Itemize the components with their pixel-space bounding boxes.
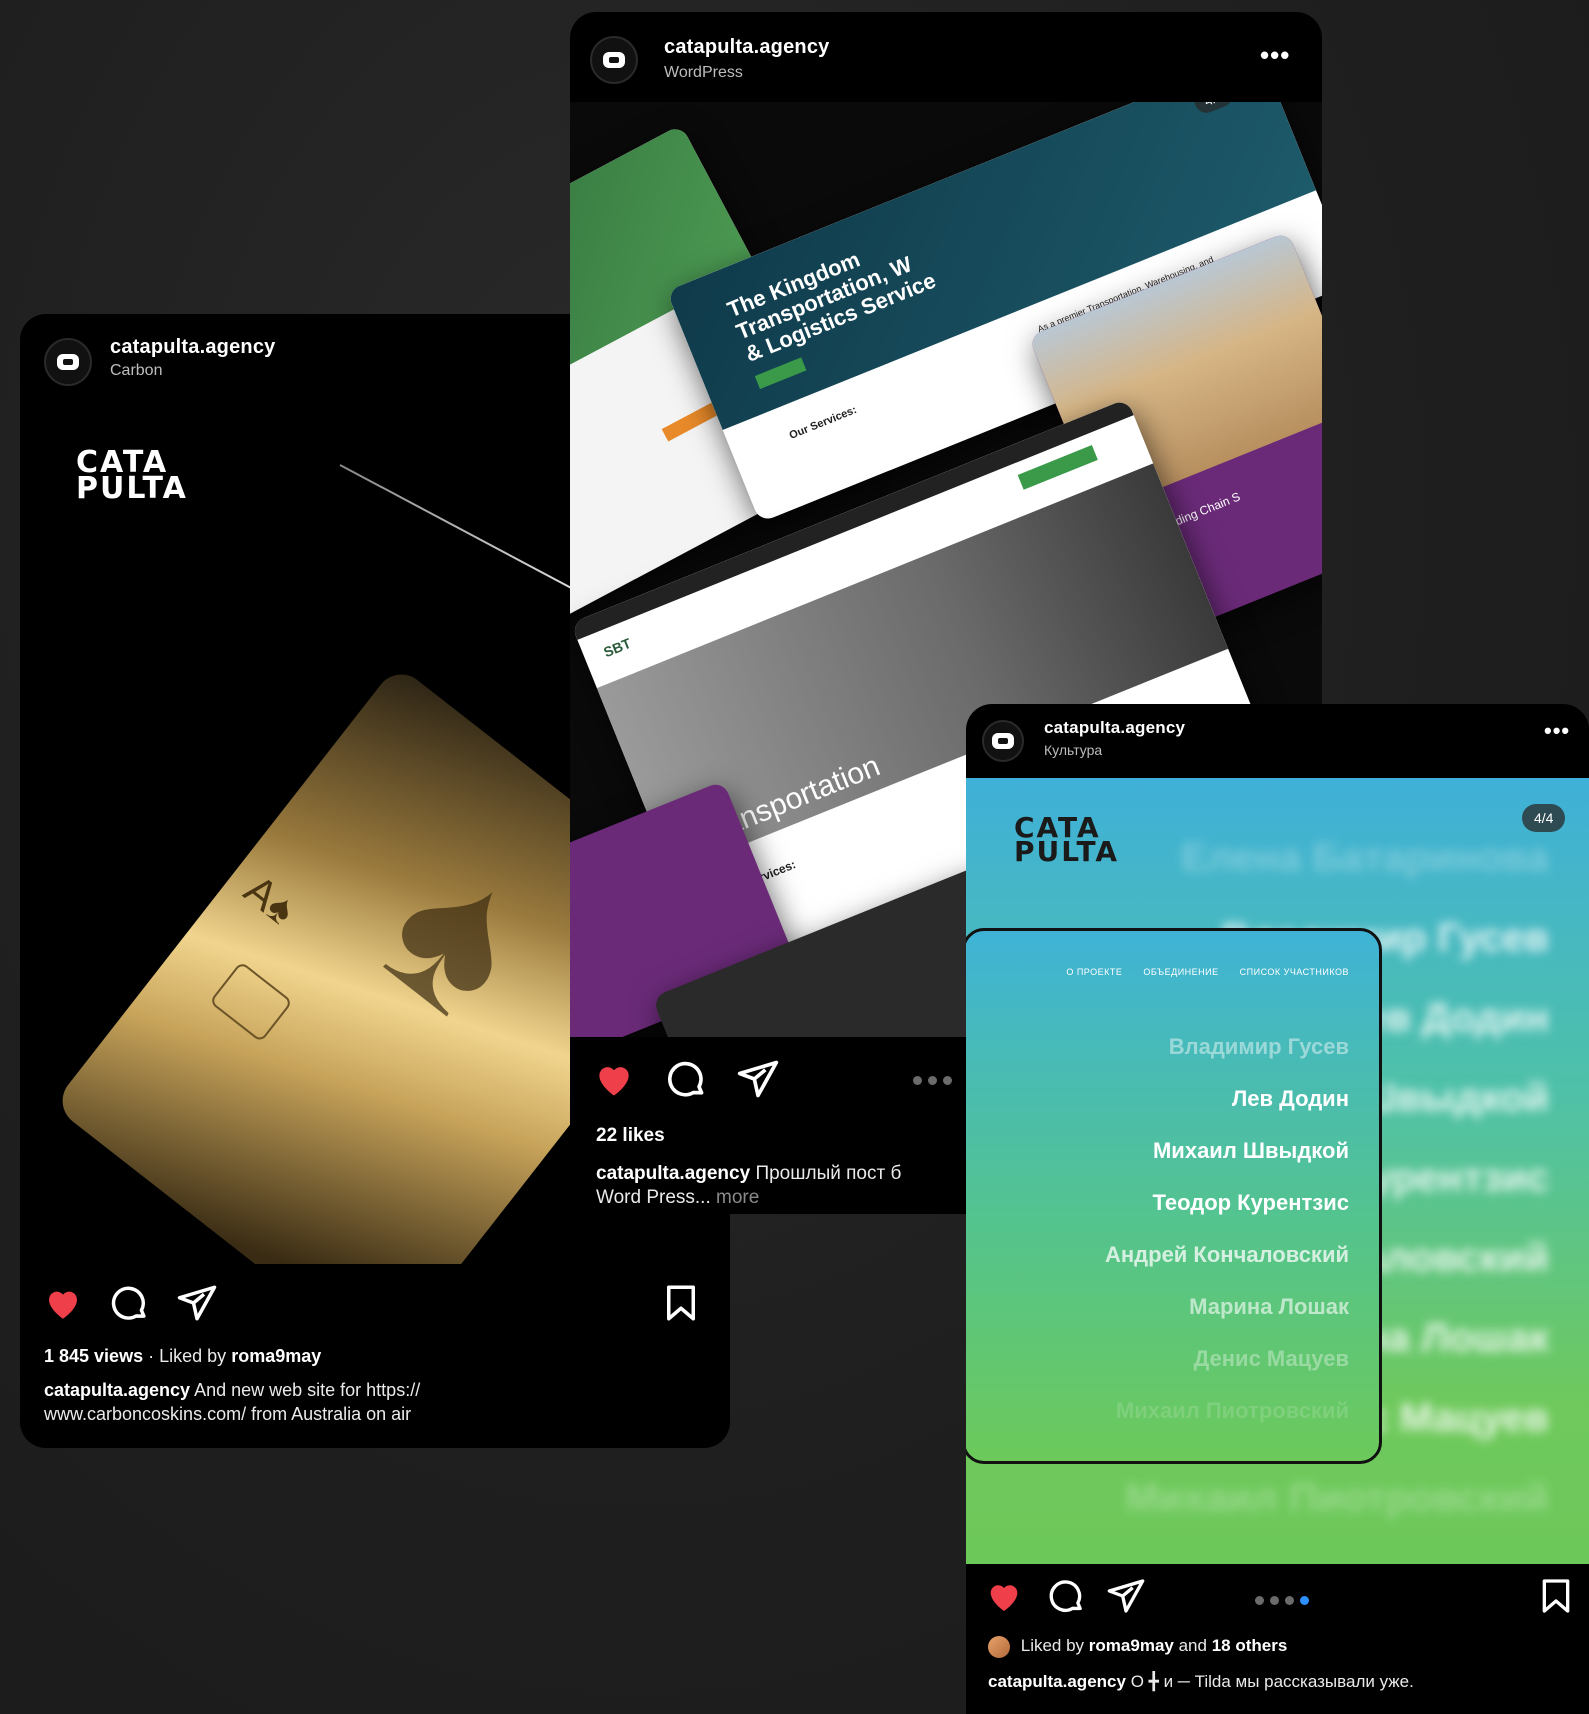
caption-text: Прошлый пост б (755, 1163, 902, 1184)
post-stats: 1 845 views · Liked by roma9may (44, 1344, 321, 1368)
spade-icon: ♠ (343, 807, 576, 1062)
share-icon[interactable] (1106, 1576, 1146, 1616)
post-header: catapulta.agency Культура ••• (966, 704, 1589, 778)
caption-user[interactable]: catapulta.agency (44, 1380, 190, 1400)
post-image[interactable]: CATA PULTA 4/4 Елена Батаринова Владимир… (966, 778, 1589, 1564)
partner-logo (661, 400, 722, 442)
carousel-dot (928, 1076, 937, 1085)
more-options-icon[interactable]: ••• (1544, 718, 1570, 744)
account-avatar[interactable] (982, 720, 1024, 762)
comment-icon[interactable] (1046, 1576, 1086, 1616)
carousel-dot (1255, 1596, 1264, 1605)
account-name[interactable]: catapulta.agency (664, 36, 830, 59)
names-list: Владимир Гусев Лев Додин Михаил Швыдкой … (1105, 1021, 1349, 1437)
bg-name: Михаил Пиотровский (1125, 1476, 1549, 1520)
liked-by-label: Liked by (159, 1346, 227, 1366)
carousel-dot (1285, 1596, 1294, 1605)
like-icon[interactable] (42, 1282, 84, 1324)
our-services-label: Our Services: (787, 403, 859, 442)
and-label: and (1178, 1636, 1207, 1655)
chip-icon (209, 961, 294, 1043)
others-count[interactable]: 18 others (1212, 1636, 1288, 1655)
account-name[interactable]: catapulta.agency (1044, 718, 1185, 738)
more-link[interactable]: more (716, 1187, 759, 1208)
name-item: Марина Лошак (1189, 1294, 1349, 1319)
like-icon[interactable] (984, 1576, 1024, 1616)
carousel-dot-active (1300, 1596, 1309, 1605)
name-item: Андрей Кончаловский (1104, 1242, 1349, 1267)
post-kultura: catapulta.agency Культура ••• CATA PULTA… (966, 704, 1589, 1714)
share-icon[interactable] (736, 1057, 780, 1101)
comment-icon[interactable] (664, 1057, 708, 1101)
catapulta-logo-icon (603, 52, 625, 68)
nav-item-union[interactable]: ОБЪЕДИНЕНИЕ (1143, 967, 1218, 977)
likes-count[interactable]: 22 likes (596, 1124, 665, 1148)
post-stats: Liked by roma9may and 18 others (988, 1634, 1287, 1658)
carousel-dot (1270, 1596, 1279, 1605)
name-item: Михаил Швыдкой (1152, 1138, 1349, 1163)
site-logo: SBT (601, 634, 634, 661)
comment-icon[interactable] (108, 1282, 150, 1324)
carousel-dots (910, 1072, 955, 1090)
account-avatar[interactable] (590, 36, 638, 84)
card-nav: О ПРОЕКТЕ ОБЪЕДИНЕНИЕ СПИСОК УЧАСТНИКОВ (1066, 967, 1349, 977)
carousel-dot (943, 1076, 952, 1085)
brand-logo: CATA PULTA (1014, 814, 1120, 868)
views-count[interactable]: 1 845 views (44, 1346, 143, 1366)
post-location[interactable]: WordPress (664, 64, 743, 82)
liked-by-user[interactable]: roma9may (231, 1346, 321, 1366)
caption-user[interactable]: catapulta.agency (988, 1672, 1126, 1691)
name-item: Денис Мацуев (1193, 1346, 1349, 1371)
catapulta-logo-icon (992, 733, 1014, 749)
logo-line-2: PULTA (1014, 834, 1120, 868)
bookmark-icon[interactable] (660, 1282, 702, 1324)
brand-logo: CATA PULTA (76, 448, 188, 506)
liked-by-user[interactable]: roma9may (1089, 1636, 1174, 1655)
more-options-icon[interactable]: ••• (1260, 40, 1290, 71)
post-header: catapulta.agency WordPress ••• (570, 12, 1322, 102)
caption-text: And new web site for https:// (194, 1380, 421, 1400)
share-icon[interactable] (176, 1282, 218, 1324)
post-location[interactable]: Культура (1044, 742, 1102, 758)
bookmark-icon[interactable] (1536, 1576, 1576, 1616)
like-icon[interactable] (592, 1057, 636, 1101)
post-location[interactable]: Carbon (110, 362, 162, 380)
bg-name: Елена Батаринова (1180, 836, 1549, 880)
carousel-dots (1252, 1592, 1312, 1610)
caption-text: О ╋ и ─ Tilda мы рассказывали уже. (1130, 1672, 1414, 1691)
name-item: Михаил Пиотровский (1115, 1398, 1349, 1423)
nav-item-members[interactable]: СПИСОК УЧАСТНИКОВ (1240, 967, 1349, 977)
name-item: Лев Додин (1231, 1086, 1349, 1111)
ace-label: A♠ (235, 865, 305, 934)
caption-text-2: www.carboncoskins.com/ from Australia on… (44, 1404, 412, 1424)
catapulta-logo-icon (57, 354, 79, 370)
post-caption: catapulta.agency О ╋ и ─ Tilda мы расска… (988, 1670, 1578, 1694)
name-item: Владимир Гусев (1168, 1034, 1349, 1059)
caption-text-2: Word Press... (596, 1187, 711, 1208)
carousel-dot (913, 1076, 922, 1085)
account-avatar[interactable] (44, 338, 92, 386)
post-caption: catapulta.agency And new web site for ht… (44, 1378, 704, 1426)
separator: · (148, 1346, 155, 1366)
liked-by-label: Liked by (1020, 1636, 1085, 1655)
nav-item-about[interactable]: О ПРОЕКТЕ (1066, 967, 1122, 977)
names-card: О ПРОЕКТЕ ОБЪЕДИНЕНИЕ СПИСОК УЧАСТНИКОВ … (966, 928, 1382, 1464)
logo-line-2: PULTA (76, 470, 188, 506)
liker-avatar[interactable] (988, 1635, 1010, 1658)
name-item: Теодор Курентзис (1152, 1190, 1350, 1215)
caption-user[interactable]: catapulta.agency (596, 1163, 750, 1184)
account-name[interactable]: catapulta.agency (110, 336, 276, 359)
